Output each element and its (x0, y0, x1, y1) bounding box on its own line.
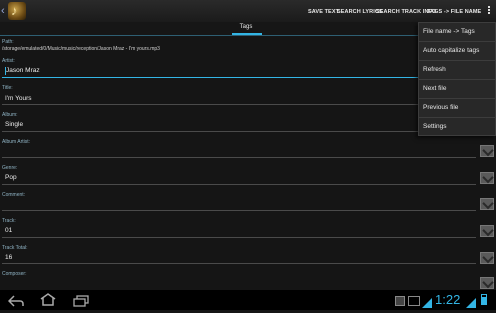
composer-label: Composer: (2, 271, 27, 277)
genre-dropdown-button[interactable] (480, 172, 494, 184)
track-total-field-underline (2, 263, 476, 264)
menu-item-refresh[interactable]: Refresh (418, 60, 496, 79)
title-label: Title: (2, 85, 13, 91)
screenshot-notification-icon[interactable] (408, 296, 420, 306)
tab-tags[interactable]: Tags (228, 24, 264, 30)
artist-label: Artist: (2, 58, 15, 64)
genre-field[interactable]: Pop (5, 174, 17, 181)
menu-item-previous-file[interactable]: Previous file (418, 98, 496, 117)
genre-field-underline (2, 184, 476, 185)
track-field-underline (2, 237, 476, 238)
album-field[interactable]: Single (5, 121, 23, 128)
track-total-label: Track Total: (2, 245, 28, 251)
track-field[interactable]: 01 (5, 227, 12, 234)
track-total-dropdown-button[interactable] (480, 252, 494, 264)
menu-item-file-name-to-tags[interactable]: File name -> Tags (418, 22, 496, 41)
artist-field[interactable]: Jason Mraz (6, 67, 40, 74)
wifi-icon (422, 295, 432, 308)
title-field[interactable]: I'm Yours (5, 95, 32, 102)
track-total-field[interactable]: 16 (5, 254, 12, 261)
menu-item-next-file[interactable]: Next file (418, 79, 496, 98)
genre-label: Genre: (2, 165, 18, 171)
app-logo-icon[interactable]: ♪ (8, 2, 26, 20)
album-artist-field-underline (2, 157, 476, 158)
overflow-menu-icon[interactable] (486, 5, 492, 17)
save-text-button[interactable]: SAVE TEXT (308, 6, 339, 18)
album-artist-label: Album Artist: (2, 139, 31, 145)
gallery-notification-icon[interactable] (395, 296, 405, 306)
comment-field-underline (2, 210, 476, 211)
album-artist-dropdown-button[interactable] (480, 145, 494, 157)
tags-to-file-name-button[interactable]: TAGS -> FILE NAME (427, 6, 481, 18)
track-label: Track: (2, 218, 16, 224)
album-label: Album: (2, 112, 18, 118)
battery-icon (481, 294, 487, 305)
menu-item-settings[interactable]: Settings (418, 117, 496, 136)
comment-label: Comment: (2, 192, 26, 198)
menu-item-auto-capitalize-tags[interactable]: Auto capitalize tags (418, 41, 496, 60)
signal-icon (466, 295, 476, 308)
path-value: /storage/emulated/0/Music/music/receptio… (2, 46, 160, 52)
composer-dropdown-button[interactable] (480, 277, 494, 289)
comment-dropdown-button[interactable] (480, 198, 494, 210)
path-label: Path: (2, 39, 14, 45)
recent-apps-icon[interactable] (73, 294, 89, 307)
back-icon[interactable] (7, 294, 24, 307)
clock: 1:22 (435, 292, 461, 307)
track-dropdown-button[interactable] (480, 225, 494, 237)
home-icon[interactable] (40, 293, 56, 306)
